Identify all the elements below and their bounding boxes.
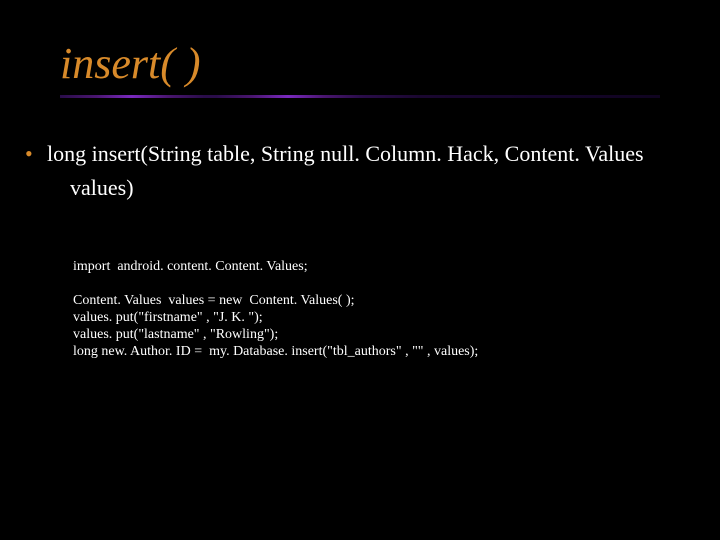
code-line: values. put("firstname" , "J. K. "); (73, 309, 690, 326)
method-signature-line1: long insert(String table, String null. C… (47, 140, 644, 168)
code-line: values. put("lastname" , "Rowling"); (73, 326, 690, 343)
code-block: import android. content. Content. Values… (73, 258, 690, 360)
method-signature-line2: values) (70, 174, 690, 202)
bullet-item: • long insert(String table, String null.… (25, 140, 690, 168)
code-line: import android. content. Content. Values… (73, 258, 690, 275)
code-line: long new. Author. ID = my. Database. ins… (73, 343, 690, 360)
slide: insert( ) • long insert(String table, St… (0, 0, 720, 540)
slide-title: insert( ) (60, 38, 720, 89)
code-line: Content. Values values = new Content. Va… (73, 292, 690, 309)
title-area: insert( ) (0, 38, 720, 89)
content-area: • long insert(String table, String null.… (0, 98, 720, 360)
bullet-icon: • (25, 140, 47, 168)
